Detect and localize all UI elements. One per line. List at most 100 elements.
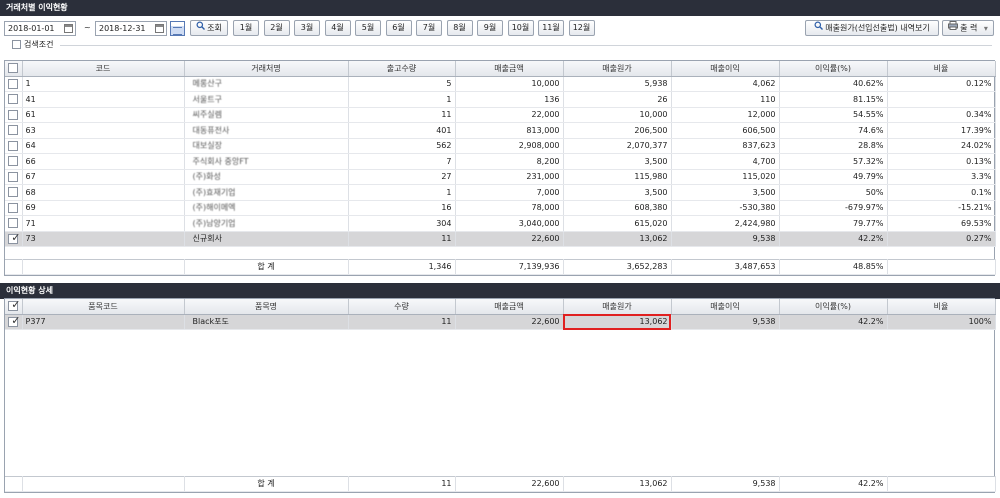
month-button-10[interactable]: 10월 [507,20,534,36]
row-checkbox[interactable] [8,171,19,182]
row-select-cell[interactable] [5,200,23,216]
calendar-icon[interactable] [155,24,164,33]
profit-cell: 837,623 [671,138,780,154]
column-header-code[interactable]: 코드 [22,61,185,77]
print-button[interactable]: 출 력 ▾ [942,20,994,36]
sales-cell: 22,600 [455,314,564,330]
client-row[interactable]: 41 서울트구 1 136 26 110 81.15% [5,91,996,108]
row-checkbox[interactable] [8,109,19,120]
client-row[interactable]: 69 (주)해이메엑 16 78,000 608,380 -530,380 -679.97%… [5,200,996,216]
column-header-ratio[interactable]: 비율 [887,299,996,315]
row-select-cell[interactable]: ✓ [5,231,23,247]
column-header-ratio[interactable]: 비율 [887,61,996,77]
profit-cell: -530,380 [671,200,780,216]
column-header-item-code[interactable]: 품목코드 [22,299,185,315]
row-select-cell[interactable] [5,153,23,170]
summary-row: 합 계 11 22,600 13,062 9,538 42.2% [5,475,996,492]
ratio-cell: 0.27% [887,231,996,247]
row-checkbox[interactable] [8,187,19,198]
column-header-profit[interactable]: 매출이익 [671,61,780,77]
column-header-quantity[interactable]: 출고수량 [348,61,456,77]
row-select-cell[interactable] [5,169,23,185]
column-header-item-name[interactable]: 품목명 [184,299,349,315]
column-header-quantity[interactable]: 수량 [348,299,456,315]
client-name-cell: 신규회사 [184,231,349,247]
month-button-12[interactable]: 12월 [568,20,595,36]
client-row[interactable]: 71 (주)남양기업 304 3,040,000 615,020 2,424,980 79.… [5,215,996,232]
column-header-sales[interactable]: 매출금액 [455,61,564,77]
row-select-cell[interactable] [5,138,23,154]
row-select-cell[interactable] [5,184,23,201]
row-select-cell[interactable] [5,107,23,123]
client-row[interactable]: 68 (주)효재기업 1 7,000 3,500 3,500 50% 0.1% [5,184,996,201]
column-header-sales[interactable]: 매출금액 [455,299,564,315]
profit-cell: 12,000 [671,107,780,123]
grid-view-icon[interactable] [170,21,185,36]
row-checkbox[interactable] [8,156,19,167]
checkbox[interactable]: ✓ [8,299,20,312]
month-button-5[interactable]: 5월 [355,20,381,36]
summary-cell [887,258,996,275]
quantity-cell: 7 [348,153,456,170]
row-checkbox[interactable] [8,202,19,213]
column-header-profit[interactable]: 매출이익 [671,299,780,315]
quantity-cell: 11 [348,107,456,123]
item-row[interactable]: ✓ P377 Black포도 11 22,600 13,062 9,538 42.2% 100% [5,314,996,330]
row-checkbox[interactable]: ✓ [8,315,20,327]
ratio-cell: 0.13% [887,153,996,170]
search-icon [196,21,206,35]
row-select-cell[interactable] [5,76,23,92]
month-button-8[interactable]: 8월 [446,20,473,36]
start-date-field[interactable]: 2018-01-01 [4,21,76,36]
table-header-row: 코드 거래처명 출고수량 매출금액 매출원가 매출이익 이익률(%) 비율 [5,61,996,77]
row-select-cell[interactable] [5,215,23,232]
row-select-cell[interactable] [5,122,23,139]
row-checkbox[interactable] [8,218,19,229]
row-checkbox[interactable] [8,78,19,89]
month-button-9[interactable]: 9월 [477,20,503,36]
checkbox[interactable] [8,63,19,74]
client-name-cell: 씨주실렘 [184,107,349,123]
row-checkbox[interactable] [8,125,19,136]
ratio-cell: 69.53% [887,215,996,232]
column-header-cost[interactable]: 매출원가 [563,61,672,77]
summary-cell [22,258,185,275]
month-button-1[interactable]: 1월 [233,20,259,36]
cost-detail-view-button[interactable]: 매출원가(선입선출법) 내역보기 [805,20,939,36]
client-row[interactable]: 1 메롱산구 5 10,000 5,938 4,062 40.62% 0.12% [5,76,996,92]
client-row[interactable]: 61 씨주실렘 11 22,000 10,000 12,000 54.55% 0.34% [5,107,996,123]
row-select-cell[interactable] [5,91,23,108]
search-condition-toggle[interactable]: 검색조건 [12,39,53,51]
sales-cell: 136 [455,91,564,108]
row-checkbox[interactable] [8,140,19,151]
cost-cell: 206,500 [563,122,672,139]
row-checkbox[interactable] [8,94,19,105]
search-condition-checkbox[interactable] [12,40,21,49]
month-button-11[interactable]: 11월 [538,20,564,36]
row-checkbox[interactable]: ✓ [8,232,20,244]
row-select-cell[interactable]: ✓ [5,314,23,330]
client-row[interactable]: 63 대동퓨전사 401 813,000 206,500 606,500 74.6% 17.3… [5,122,996,139]
search-button[interactable]: 조회 [190,20,228,36]
profit-rate-cell: -679.97% [779,200,888,216]
month-button-3[interactable]: 3월 [294,20,320,36]
select-all-checkbox[interactable]: ✓ [5,299,23,315]
client-row[interactable]: 67 (주)화성 27 231,000 115,980 115,020 49.79% 3.3% [5,169,996,185]
client-row[interactable]: ✓ 73 신규회사 11 22,600 13,062 9,538 42.2% 0.27% [5,231,996,247]
column-header-client-name[interactable]: 거래처명 [184,61,349,77]
column-header-cost[interactable]: 매출원가 [563,299,672,315]
calendar-icon[interactable] [64,24,73,33]
client-code-cell: 73 [22,231,185,247]
month-button-6[interactable]: 6월 [385,20,412,36]
column-header-profit-rate[interactable]: 이익률(%) [779,299,888,315]
month-button-7[interactable]: 7월 [416,20,442,36]
select-all-checkbox[interactable] [5,61,23,77]
client-row[interactable]: 66 주식회사 중앙FT 7 8,200 3,500 4,700 57.32% 0.13% [5,153,996,170]
month-button-4[interactable]: 4월 [324,20,351,36]
month-button-2[interactable]: 2월 [263,20,290,36]
toolbar: 2018-01-01 ~ 2018-12-31 조회 1월 2월 3월 4월 5월 6월 7… [4,19,996,37]
chevron-down-icon[interactable]: ▾ [984,24,988,33]
client-row[interactable]: 64 대보실장 562 2,908,000 2,070,377 837,623 28.8% 2… [5,138,996,154]
end-date-field[interactable]: 2018-12-31 [95,21,167,36]
column-header-profit-rate[interactable]: 이익률(%) [779,61,888,77]
